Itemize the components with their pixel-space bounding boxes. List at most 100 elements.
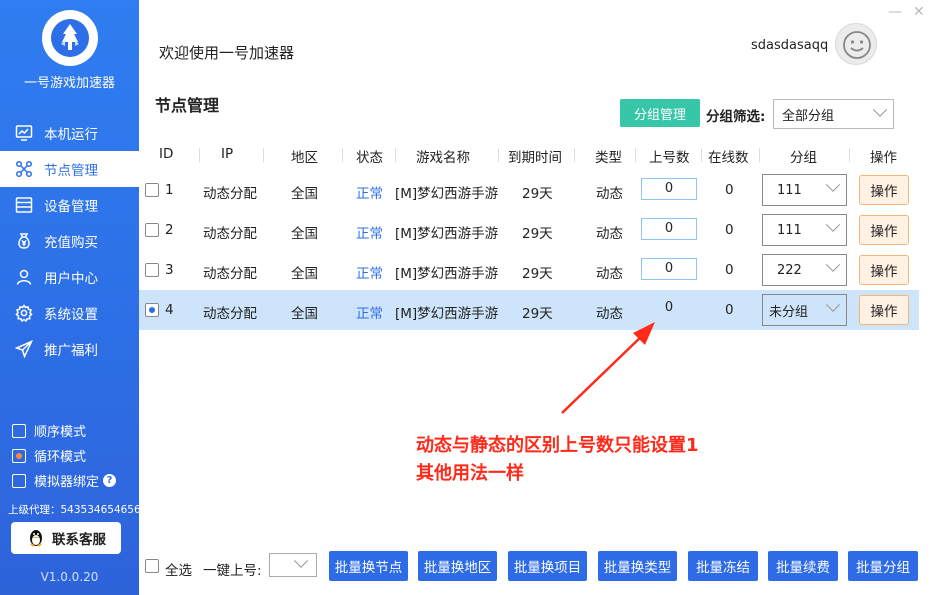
column-header-online: 在线数 <box>708 150 749 166</box>
batch-change-project-button[interactable]: 批量换项目 <box>508 551 587 581</box>
one-key-label: 一键上号: <box>203 563 262 579</box>
sidebar-item-promotion[interactable]: 推广福利 <box>0 331 139 367</box>
table-row[interactable]: 3 动态分配 全国 正常 [M]梦幻西游手游 29天 动态 0 0 222 操作 <box>139 250 919 290</box>
column-divider <box>199 148 200 162</box>
column-header-group: 分组 <box>790 150 817 166</box>
column-header-status: 状态 <box>356 150 383 166</box>
batch-change-type-button[interactable]: 批量换类型 <box>598 551 677 581</box>
close-icon[interactable]: ✕ <box>913 4 925 20</box>
row-group-select[interactable]: 222 <box>762 254 847 286</box>
row-group-select[interactable]: 111 <box>762 214 847 246</box>
cell-region: 全国 <box>291 266 318 282</box>
row-operate-button[interactable]: 操作 <box>859 295 909 325</box>
row-checkbox[interactable] <box>145 183 159 197</box>
chevron-down-icon <box>825 217 841 232</box>
group-management-button[interactable]: 分组管理 <box>620 99 700 127</box>
cell-online: 0 <box>725 182 734 198</box>
annotation-line: 其他用法一样 <box>416 463 524 484</box>
app-logo <box>42 10 98 66</box>
chevron-down-icon <box>293 553 309 568</box>
smiley-avatar-icon <box>843 31 871 59</box>
sidebar-item-node-management[interactable]: 节点管理 <box>0 151 139 187</box>
cell-game: [M]梦幻西游手游 <box>395 186 499 202</box>
help-icon[interactable]: ? <box>103 474 117 487</box>
mode-emulator-binding[interactable]: 模拟器绑定 ? <box>12 471 117 490</box>
column-header-count: 上号数 <box>649 150 690 166</box>
batch-group-button[interactable]: 批量分组 <box>848 551 918 581</box>
sidebar-item-local-run[interactable]: 本机运行 <box>0 115 139 151</box>
cell-online: 0 <box>725 302 734 318</box>
mode-sequential[interactable]: 顺序模式 <box>12 421 86 440</box>
version-label: V1.0.0.20 <box>40 570 99 584</box>
column-divider <box>395 148 396 162</box>
row-group-select[interactable]: 未分组 <box>762 294 847 326</box>
sidebar-item-user-center[interactable]: 用户中心 <box>0 259 139 295</box>
sidebar-item-device-management[interactable]: 设备管理 <box>0 187 139 223</box>
column-divider <box>574 148 575 162</box>
column-divider <box>701 148 702 162</box>
row-checkbox[interactable] <box>145 223 159 237</box>
minimize-icon[interactable]: — <box>888 4 902 20</box>
row-operate-button[interactable]: 操作 <box>859 255 909 285</box>
paper-plane-icon <box>14 339 34 359</box>
group-filter-value: 全部分组 <box>782 108 835 124</box>
row-group-select[interactable]: 111 <box>762 174 847 206</box>
table-row[interactable]: 4 动态分配 全国 正常 [M]梦幻西游手游 29天 动态 0 0 未分组 操作 <box>139 290 919 330</box>
batch-change-node-button[interactable]: 批量换节点 <box>329 551 408 581</box>
table-row[interactable]: 1 动态分配 全国 正常 [M]梦幻西游手游 29天 动态 0 0 111 操作 <box>139 170 919 210</box>
yen-bag-icon <box>14 231 34 251</box>
batch-freeze-button[interactable]: 批量冻结 <box>688 551 758 581</box>
cell-id: 4 <box>165 302 174 318</box>
account-count-input[interactable]: 0 <box>641 258 697 280</box>
column-divider <box>263 148 264 162</box>
row-checkbox[interactable] <box>145 263 159 277</box>
batch-renew-button[interactable]: 批量续费 <box>768 551 838 581</box>
column-divider <box>342 148 343 162</box>
column-header-region: 地区 <box>291 150 318 166</box>
row-operate-button[interactable]: 操作 <box>859 175 909 205</box>
qq-penguin-icon <box>30 530 42 547</box>
column-header-expire: 到期时间 <box>508 150 562 166</box>
group-filter-label: 分组筛选: <box>706 109 766 125</box>
mode-label: 顺序模式 <box>34 425 87 440</box>
cell-ip: 动态分配 <box>203 266 257 282</box>
cell-status: 正常 <box>356 226 383 242</box>
account-count-input[interactable]: 0 <box>641 178 697 200</box>
avatar[interactable] <box>835 23 877 65</box>
mode-loop-checkbox[interactable] <box>12 448 26 463</box>
table-row[interactable]: 2 动态分配 全国 正常 [M]梦幻西游手游 29天 动态 0 0 111 操作 <box>139 210 919 250</box>
sidebar-item-label: 节点管理 <box>44 163 98 179</box>
cell-status: 正常 <box>356 306 383 322</box>
account-count-input[interactable]: 0 <box>641 218 697 240</box>
annotation-text: 动态与静态的区别上号数只能设置1 其他用法一样 <box>416 432 699 488</box>
sidebar-item-label: 设备管理 <box>44 199 98 215</box>
mode-emulator-checkbox[interactable] <box>12 473 26 488</box>
mode-sequential-checkbox[interactable] <box>12 423 26 438</box>
column-header-game: 游戏名称 <box>416 150 470 166</box>
cell-type: 动态 <box>596 306 623 322</box>
row-operate-button[interactable]: 操作 <box>859 215 909 245</box>
welcome-text: 欢迎使用一号加速器 <box>159 44 295 62</box>
sidebar-item-recharge[interactable]: 充值购买 <box>0 223 139 259</box>
row-checkbox[interactable] <box>145 303 159 317</box>
batch-toolbar: 全选 一键上号: 批量换节点 批量换地区 批量换项目 批量换类型 批量冻结 批量… <box>139 551 940 581</box>
mode-label: 循环模式 <box>34 450 87 465</box>
mode-loop[interactable]: 循环模式 <box>12 446 86 465</box>
agent-info: 上级代理：5435346546564 <box>8 504 139 516</box>
select-all-label: 全选 <box>165 563 192 579</box>
cell-type: 动态 <box>596 186 623 202</box>
chevron-down-icon <box>825 257 841 272</box>
cell-id: 3 <box>165 262 174 278</box>
one-key-select[interactable] <box>269 553 317 577</box>
sidebar-item-system-settings[interactable]: 系统设置 <box>0 295 139 331</box>
cell-status: 正常 <box>356 266 383 282</box>
cell-type: 动态 <box>596 266 623 282</box>
group-filter-select[interactable]: 全部分组 <box>773 99 894 129</box>
account-count-input[interactable]: 0 <box>641 298 697 320</box>
select-all-checkbox[interactable] <box>145 559 159 573</box>
cell-expire: 29天 <box>522 266 553 282</box>
contact-service-button[interactable]: 联系客服 <box>11 522 121 554</box>
contact-service-label: 联系客服 <box>52 532 106 548</box>
batch-change-region-button[interactable]: 批量换地区 <box>418 551 497 581</box>
cell-ip: 动态分配 <box>203 186 257 202</box>
